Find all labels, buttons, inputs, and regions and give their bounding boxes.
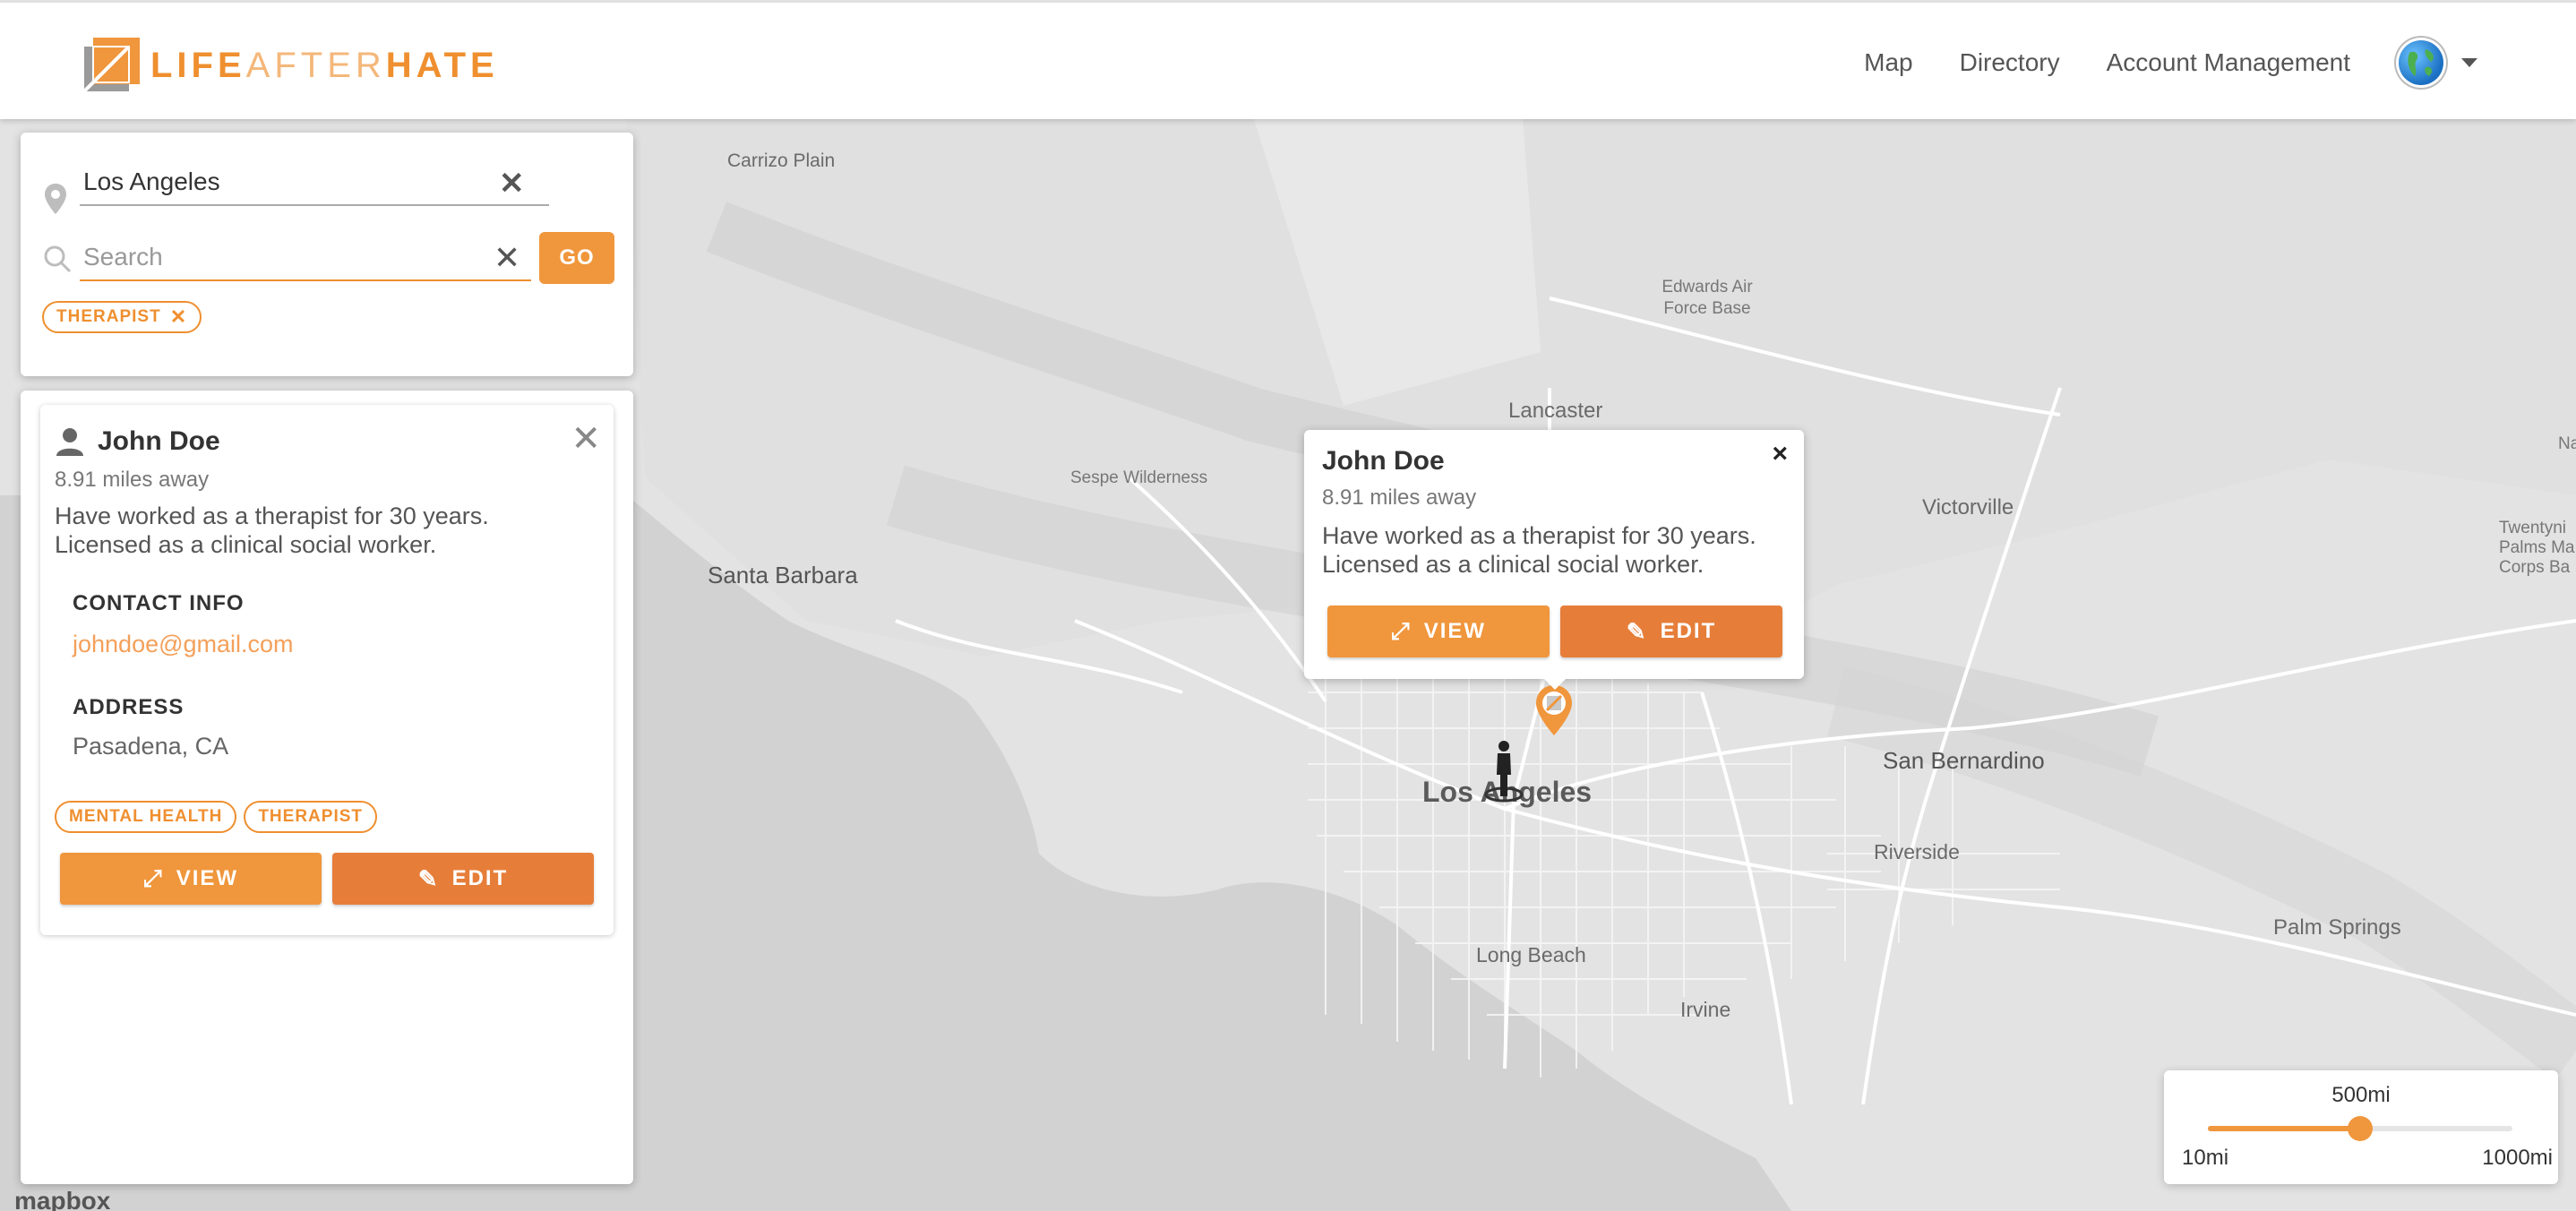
map-label-lancaster: Lancaster xyxy=(1508,399,1603,423)
radius-min-label: 10mi xyxy=(2182,1146,2229,1170)
contact-email-link[interactable]: johndoe@gmail.com xyxy=(73,631,294,658)
remove-filter-icon[interactable]: ✕ xyxy=(170,305,187,329)
results-panel: John Doe ✕ 8.91 miles away Have worked a… xyxy=(21,391,633,1184)
search-input-placeholder: Search xyxy=(83,243,163,271)
clear-search-icon[interactable]: ✕ xyxy=(494,242,520,274)
user-location-marker xyxy=(1481,739,1526,803)
search-input[interactable]: Search xyxy=(80,235,531,281)
pencil-icon: ✎ xyxy=(417,864,440,892)
location-input[interactable]: Los Angeles xyxy=(80,159,549,206)
map-label-na: Na xyxy=(2558,434,2576,453)
address-heading: ADDRESS xyxy=(73,695,185,719)
mapbox-attribution[interactable]: mapbox xyxy=(14,1187,110,1211)
radius-slider-track[interactable] xyxy=(2208,1116,2512,1141)
search-panel: Los Angeles ✕ Search ✕ GO THERAPIST ✕ xyxy=(21,133,633,376)
person-standing-icon xyxy=(1484,741,1524,803)
top-navigation-bar: LIFEAFTERHATE Map Directory Account Mana… xyxy=(0,0,2576,119)
pencil-icon: ✎ xyxy=(1626,617,1648,645)
close-card-icon[interactable]: ✕ xyxy=(571,421,601,457)
brand-word-life: LIFE xyxy=(150,45,246,85)
edit-button-label: EDIT xyxy=(451,866,509,890)
radius-slider-fill xyxy=(2208,1126,2360,1131)
edit-button[interactable]: ✎ EDIT xyxy=(332,853,594,905)
popup-edit-button[interactable]: ✎ EDIT xyxy=(1560,606,1782,657)
result-card[interactable]: John Doe ✕ 8.91 miles away Have worked a… xyxy=(40,405,614,935)
brand-logo[interactable]: LIFEAFTERHATE xyxy=(82,37,499,94)
address-value: Pasadena, CA xyxy=(73,733,229,760)
radius-current-value: 500mi xyxy=(2331,1083,2391,1107)
result-tags: MENTAL HEALTH THERAPIST xyxy=(55,801,378,833)
map-popup: John Doe × 8.91 miles away Have worked a… xyxy=(1304,430,1804,679)
map-label-palm-springs: Palm Springs xyxy=(2273,915,2401,940)
map-label-edwards-afb: Edwards Air Force Base xyxy=(1662,278,1753,318)
contact-info-heading: CONTACT INFO xyxy=(73,591,245,615)
brand-logo-mark xyxy=(82,38,140,93)
map-label-victorville: Victorville xyxy=(1922,495,2014,520)
popup-pointer xyxy=(1542,677,1567,690)
map-marker-pin[interactable] xyxy=(1533,683,1575,737)
popup-name: John Doe xyxy=(1322,446,1445,476)
nav-link-directory[interactable]: Directory xyxy=(1960,48,2060,77)
person-icon xyxy=(55,426,85,461)
map-label-long-beach: Long Beach xyxy=(1476,943,1586,966)
map-label-carrizo-plain: Carrizo Plain xyxy=(727,150,836,171)
radius-slider-thumb[interactable] xyxy=(2348,1116,2373,1141)
map-label-twentynine-palms: Twentyni Palms Ma Corps Ba xyxy=(2499,519,2575,577)
clear-location-icon[interactable]: ✕ xyxy=(499,168,525,199)
globe-icon xyxy=(2399,39,2443,85)
result-description: Have worked as a therapist for 30 years.… xyxy=(55,502,489,558)
result-distance: 8.91 miles away xyxy=(55,468,210,492)
nav-link-map[interactable]: Map xyxy=(1864,48,1912,77)
map-label-sespe: Sespe Wilderness xyxy=(1070,468,1208,487)
map-label-riverside: Riverside xyxy=(1874,840,1960,863)
popup-close-icon[interactable]: × xyxy=(1772,439,1788,469)
brand-word-hate: HATE xyxy=(385,45,499,85)
expand-icon: ⤢ xyxy=(1390,617,1412,644)
active-filter-chips: THERAPIST ✕ xyxy=(42,301,202,333)
tag-mental-health: MENTAL HEALTH xyxy=(55,801,237,833)
popup-view-label: VIEW xyxy=(1423,619,1487,643)
location-input-value: Los Angeles xyxy=(83,167,220,195)
map-label-san-bernardino: San Bernardino xyxy=(1883,747,2045,774)
view-button[interactable]: ⤢ VIEW xyxy=(60,853,322,905)
nav-link-account-management[interactable]: Account Management xyxy=(2107,48,2350,77)
location-pin-icon xyxy=(1536,685,1572,735)
map-label-irvine: Irvine xyxy=(1680,998,1731,1021)
language-menu-button[interactable] xyxy=(2399,39,2477,85)
main-nav: Map Directory Account Management xyxy=(1864,3,2576,122)
chevron-down-icon xyxy=(2461,57,2477,67)
filter-chip-label: THERAPIST xyxy=(56,307,161,326)
result-name: John Doe xyxy=(98,426,220,456)
view-button-label: VIEW xyxy=(176,866,239,890)
radius-control: 500mi 10mi 1000mi xyxy=(2164,1070,2558,1184)
popup-view-button[interactable]: ⤢ VIEW xyxy=(1327,606,1550,657)
radius-max-label: 1000mi xyxy=(2482,1146,2553,1170)
map-label-santa-barbara: Santa Barbara xyxy=(708,562,858,588)
filter-chip-therapist[interactable]: THERAPIST ✕ xyxy=(42,301,202,333)
tag-therapist: THERAPIST xyxy=(244,801,378,833)
location-marker-icon xyxy=(44,183,67,219)
popup-distance: 8.91 miles away xyxy=(1322,485,1477,510)
brand-wordmark: LIFEAFTERHATE xyxy=(150,46,499,86)
brand-word-after: AFTER xyxy=(245,45,386,85)
popup-edit-label: EDIT xyxy=(1660,619,1717,643)
expand-icon: ⤢ xyxy=(142,864,164,891)
popup-description: Have worked as a therapist for 30 years.… xyxy=(1322,522,1756,578)
go-button[interactable]: GO xyxy=(539,232,614,284)
search-icon xyxy=(42,244,73,279)
